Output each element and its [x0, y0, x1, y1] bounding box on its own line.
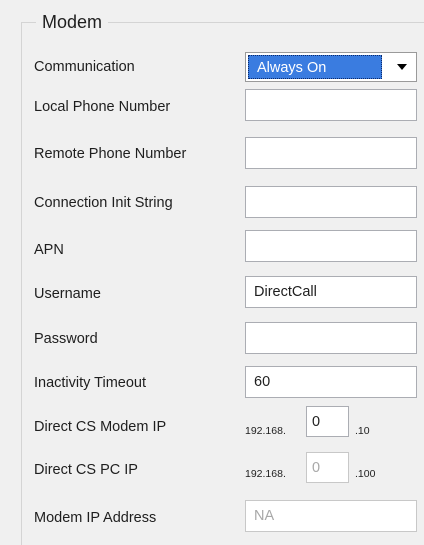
username-input[interactable] — [245, 276, 417, 308]
cs-modem-ip-prefix: 192.168. — [245, 425, 286, 437]
remote-phone-input[interactable] — [245, 137, 417, 169]
modem-settings-panel: Modem Communication Always On Local Phon… — [0, 0, 424, 545]
remote-phone-label: Remote Phone Number — [34, 146, 187, 162]
cs-pc-ip-label: Direct CS PC IP — [34, 462, 138, 478]
password-input[interactable] — [245, 322, 417, 354]
inactivity-timeout-label: Inactivity Timeout — [34, 375, 147, 391]
cs-modem-ip-suffix: .10 — [355, 425, 370, 437]
apn-label: APN — [34, 242, 64, 258]
init-string-input[interactable] — [245, 186, 417, 218]
init-string-label: Connection Init String — [34, 195, 173, 211]
apn-input[interactable] — [245, 230, 417, 262]
inactivity-timeout-input[interactable] — [245, 366, 417, 398]
modem-ip-input — [245, 500, 417, 532]
modem-ip-label: Modem IP Address — [34, 510, 157, 526]
cs-pc-ip-prefix: 192.168. — [245, 468, 286, 480]
local-phone-input[interactable] — [245, 89, 417, 121]
chevron-down-icon[interactable] — [397, 64, 407, 70]
cs-pc-ip-suffix: .100 — [355, 468, 376, 480]
password-label: Password — [34, 331, 98, 347]
username-label: Username — [34, 286, 101, 302]
cs-modem-ip-label: Direct CS Modem IP — [34, 419, 167, 435]
cs-modem-ip-octet-input[interactable] — [306, 406, 349, 437]
communication-selected-value: Always On — [248, 55, 382, 79]
group-title: Modem — [36, 12, 109, 32]
local-phone-label: Local Phone Number — [34, 99, 171, 115]
communication-label: Communication — [34, 59, 135, 75]
communication-select[interactable]: Always On — [245, 52, 417, 82]
cs-pc-ip-octet-input — [306, 452, 349, 483]
